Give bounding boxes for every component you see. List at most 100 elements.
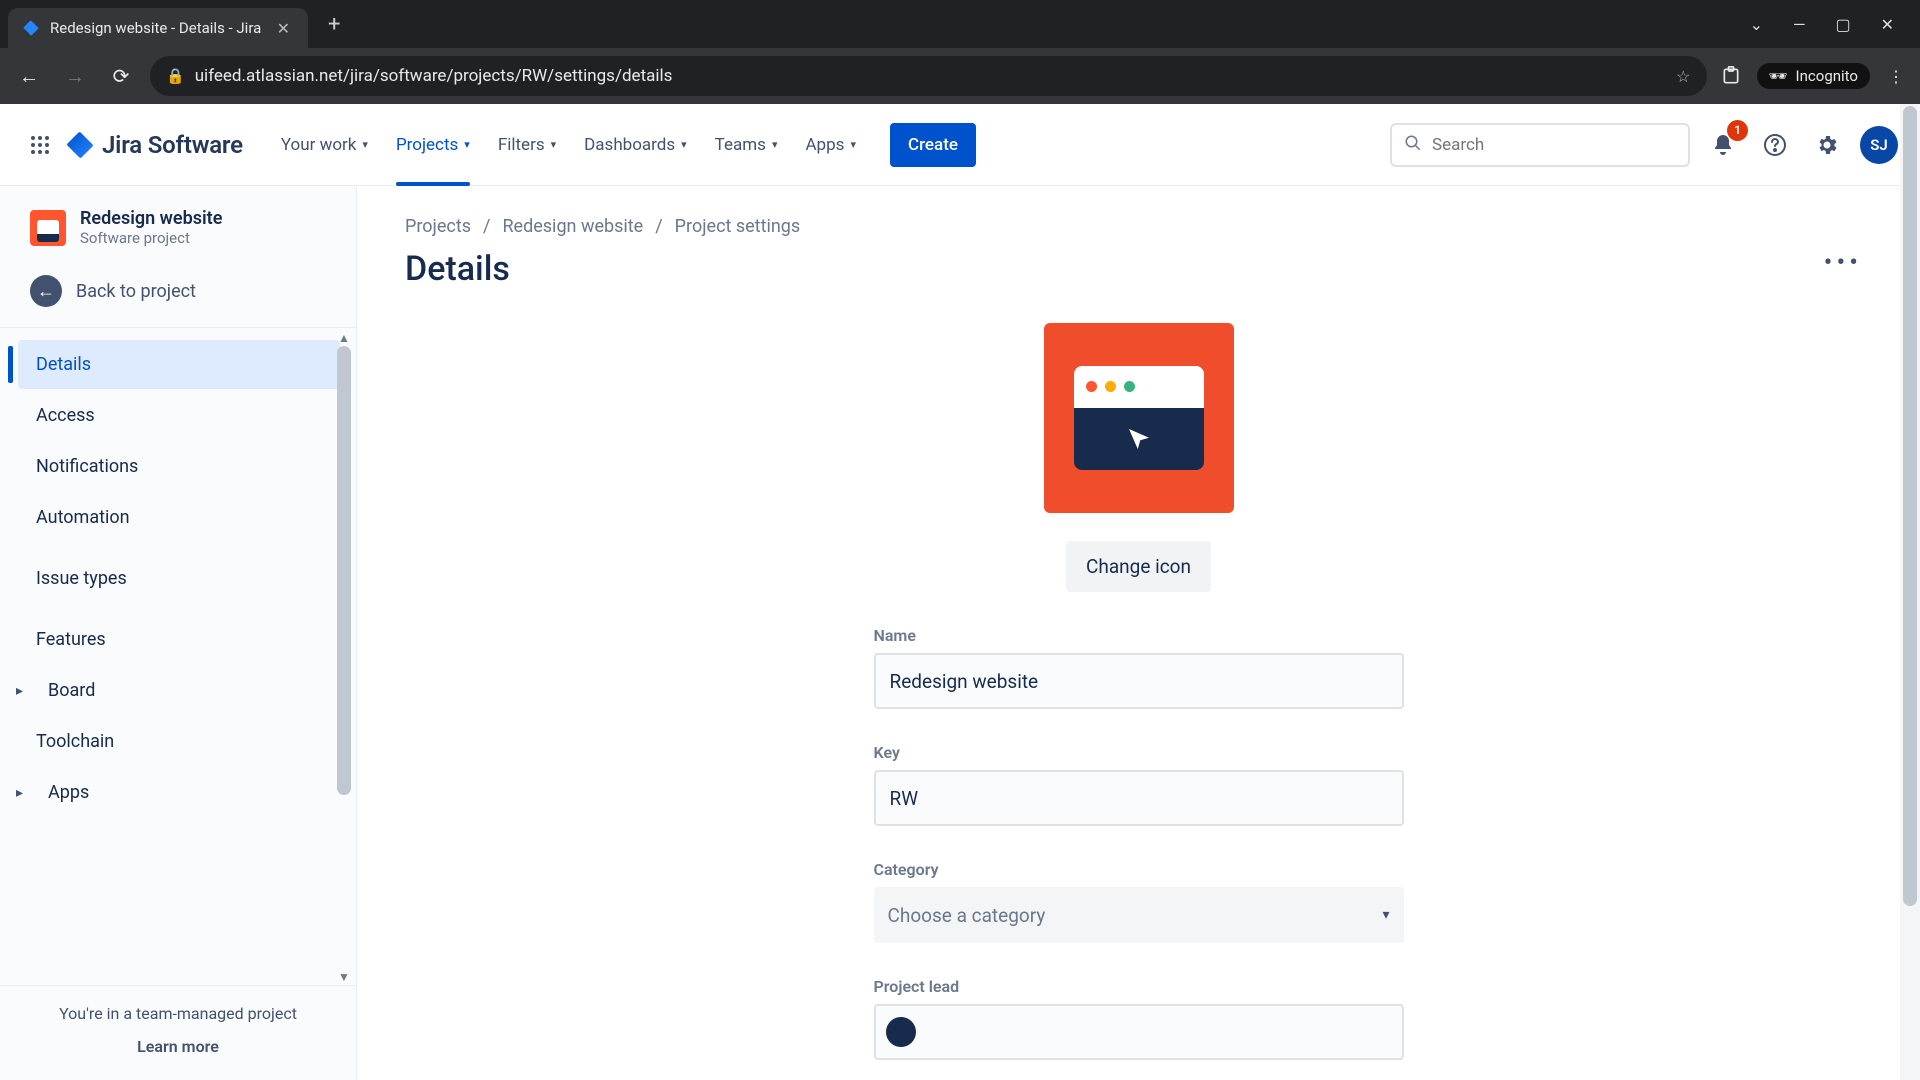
- search-input[interactable]: [1432, 135, 1676, 155]
- close-window-icon[interactable]: ✕: [1881, 15, 1894, 34]
- lead-avatar: [886, 1017, 916, 1047]
- key-input[interactable]: [874, 770, 1404, 826]
- category-select[interactable]: Choose a category ▾: [874, 887, 1404, 943]
- bookmark-icon[interactable]: ☆: [1676, 67, 1690, 86]
- notifications-button[interactable]: 1: [1704, 126, 1742, 164]
- sidebar-item-label: Board: [48, 680, 95, 701]
- incognito-badge[interactable]: 🕶 Incognito: [1757, 63, 1871, 89]
- sidebar-item-label: Features: [36, 629, 106, 650]
- change-icon-button[interactable]: Change icon: [1066, 541, 1211, 592]
- chevron-down-icon: ▾: [464, 138, 470, 151]
- sidebar-item-label: Notifications: [36, 456, 138, 477]
- window-dot-yellow: [1105, 381, 1116, 392]
- sidebar-scroll-area: Details Access Notifications Automation …: [0, 330, 356, 985]
- app-body: Redesign website Software project ← Back…: [0, 186, 1920, 1080]
- address-row: ← → ⟳ 🔒 uifeed.atlassian.net/jira/softwa…: [0, 48, 1920, 104]
- nav-dashboards[interactable]: Dashboards▾: [570, 104, 701, 185]
- search-box[interactable]: [1390, 123, 1690, 167]
- chrome-menu-icon[interactable]: ⋮: [1884, 67, 1908, 86]
- sidebar-item-board[interactable]: ▸ Board: [18, 666, 340, 715]
- footer-info: You're in a team-managed project: [20, 1004, 336, 1023]
- breadcrumb-separator: /: [483, 216, 490, 237]
- settings-button[interactable]: [1808, 126, 1846, 164]
- back-to-project[interactable]: ← Back to project: [0, 261, 356, 327]
- reload-icon[interactable]: ⟳: [104, 59, 138, 93]
- sidebar-item-notifications[interactable]: Notifications: [18, 442, 340, 491]
- minimize-icon[interactable]: ―: [1793, 15, 1806, 34]
- sidebar-item-details[interactable]: Details: [18, 340, 340, 389]
- sidebar-item-features[interactable]: Features: [18, 615, 340, 664]
- nav-label: Teams: [715, 135, 766, 155]
- breadcrumb-settings[interactable]: Project settings: [675, 216, 801, 237]
- product-logo[interactable]: Jira Software: [66, 131, 243, 159]
- scroll-down-icon[interactable]: ▼: [334, 969, 354, 985]
- tab-title: Redesign website - Details - Jira: [50, 19, 263, 37]
- nav-filters[interactable]: Filters▾: [484, 104, 570, 185]
- key-label: Key: [874, 743, 1404, 762]
- address-bar[interactable]: 🔒 uifeed.atlassian.net/jira/software/pro…: [150, 56, 1707, 96]
- sidebar-scrollbar[interactable]: ▲ ▼: [334, 330, 354, 985]
- jira-app: Jira Software Your work▾ Projects▾ Filte…: [0, 104, 1920, 1080]
- scroll-track[interactable]: [337, 346, 351, 969]
- create-button[interactable]: Create: [890, 123, 976, 167]
- sidebar-item-access[interactable]: Access: [18, 391, 340, 440]
- name-input[interactable]: [874, 653, 1404, 709]
- sidebar-item-label: Apps: [48, 782, 89, 803]
- sidebar-item-toolchain[interactable]: Toolchain: [18, 717, 340, 766]
- nav-apps[interactable]: Apps▾: [791, 104, 870, 185]
- close-tab-icon[interactable]: ✕: [273, 19, 294, 38]
- project-header[interactable]: Redesign website Software project: [0, 186, 356, 261]
- app-switcher-icon[interactable]: [22, 127, 58, 163]
- jira-favicon: [22, 19, 40, 37]
- project-type: Software project: [80, 229, 222, 247]
- browser-tab[interactable]: Redesign website - Details - Jira ✕: [8, 8, 308, 48]
- gear-icon: [1815, 133, 1839, 157]
- sidebar-item-label: Issue types: [36, 568, 127, 589]
- back-icon[interactable]: ←: [12, 59, 46, 93]
- scroll-up-icon[interactable]: ▲: [334, 330, 354, 346]
- maximize-icon[interactable]: ▢: [1835, 15, 1850, 34]
- sidebar-item-apps[interactable]: ▸ Apps: [18, 768, 340, 817]
- chevron-down-icon: ▾: [362, 138, 368, 151]
- incognito-label: Incognito: [1796, 67, 1858, 85]
- extensions-icon[interactable]: [1719, 66, 1743, 86]
- sidebar-item-automation[interactable]: Automation: [18, 493, 340, 542]
- sidebar-item-issue-types[interactable]: Issue types: [18, 554, 340, 603]
- url-text: uifeed.atlassian.net/jira/software/proje…: [195, 66, 673, 86]
- sidebar-footer: You're in a team-managed project Learn m…: [0, 985, 356, 1080]
- learn-more-link[interactable]: Learn more: [20, 1037, 336, 1056]
- more-actions-icon[interactable]: •••: [1814, 242, 1872, 284]
- lock-icon[interactable]: 🔒: [166, 67, 185, 85]
- topbar: Jira Software Your work▾ Projects▾ Filte…: [0, 104, 1920, 186]
- nav-teams[interactable]: Teams▾: [701, 104, 792, 185]
- nav-label: Filters: [498, 135, 545, 155]
- cursor-icon: [1074, 408, 1204, 470]
- nav-label: Apps: [805, 135, 844, 155]
- profile-avatar[interactable]: SJ: [1860, 126, 1898, 164]
- chevron-right-icon[interactable]: ▸: [16, 683, 23, 699]
- nav-projects[interactable]: Projects▾: [382, 104, 484, 185]
- window-controls: ⌄ ― ▢ ✕: [1750, 15, 1912, 34]
- chevron-down-icon: ▾: [1382, 907, 1389, 923]
- help-button[interactable]: [1756, 126, 1794, 164]
- breadcrumb-projects[interactable]: Projects: [405, 216, 471, 237]
- sidebar-item-label: Automation: [36, 507, 130, 528]
- page-scroll-thumb[interactable]: [1903, 106, 1917, 906]
- scroll-thumb[interactable]: [337, 346, 351, 795]
- nav-your-work[interactable]: Your work▾: [267, 104, 382, 185]
- tabs-menu-icon[interactable]: ⌄: [1750, 15, 1763, 34]
- project-icon-preview: [1044, 323, 1234, 513]
- project-lead-select[interactable]: [874, 1004, 1404, 1060]
- back-label: Back to project: [76, 281, 196, 302]
- tab-strip: Redesign website - Details - Jira ✕ + ⌄ …: [0, 0, 1920, 48]
- page-title: Details: [405, 249, 510, 289]
- window-dot-green: [1124, 381, 1135, 392]
- category-placeholder: Choose a category: [888, 904, 1046, 927]
- chevron-right-icon[interactable]: ▸: [16, 785, 23, 801]
- new-tab-button[interactable]: +: [320, 8, 348, 41]
- breadcrumb-project[interactable]: Redesign website: [502, 216, 643, 237]
- product-name: Jira Software: [102, 131, 243, 159]
- page-scrollbar[interactable]: [1900, 104, 1920, 1080]
- primary-nav: Your work▾ Projects▾ Filters▾ Dashboards…: [267, 104, 870, 185]
- sidebar-item-label: Toolchain: [36, 731, 114, 752]
